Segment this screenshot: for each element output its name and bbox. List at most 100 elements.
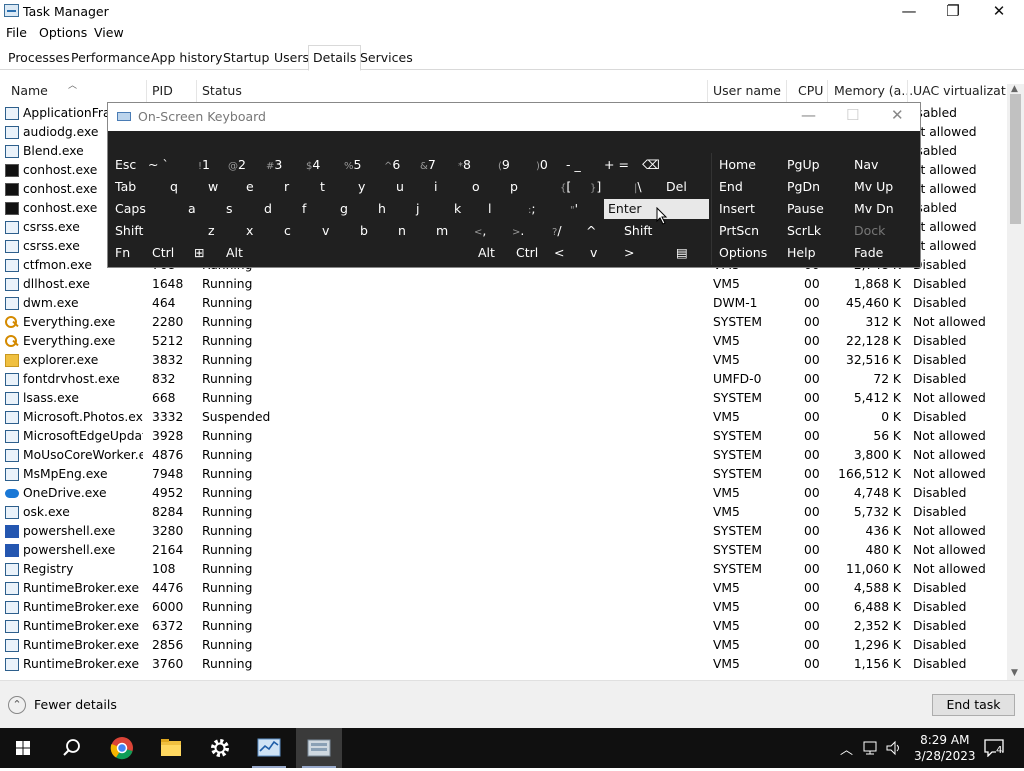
column-divider[interactable]	[786, 80, 787, 102]
menu-view[interactable]: View	[94, 25, 124, 40]
show-hidden-icons-chevron-icon[interactable]: ︿	[840, 739, 853, 758]
osk-key[interactable]: y	[358, 177, 365, 197]
osk-key[interactable]: a	[188, 199, 196, 219]
osk-key[interactable]: Esc	[115, 155, 136, 175]
col-header-pid[interactable]: PID	[152, 83, 173, 103]
table-row[interactable]: dllhost.exe 1648 Running VM5 00 1,868 K Disabl…	[0, 275, 1007, 294]
osk-key[interactable]: Caps	[115, 199, 146, 219]
osk-nav-key[interactable]: Mv Dn	[854, 199, 894, 219]
osk-key[interactable]: b	[360, 221, 368, 241]
osk-nav-key[interactable]: PgUp	[787, 155, 820, 175]
osk-key[interactable]: $4	[306, 155, 320, 175]
close-button[interactable]: ✕	[976, 0, 1022, 24]
osk-key[interactable]: <,	[474, 221, 486, 241]
table-row[interactable]: RuntimeBroker.exe 6372 Running VM5 00 2,352 K…	[0, 617, 1007, 636]
osk-nav-key[interactable]: ScrLk	[787, 221, 821, 241]
fewer-details-link[interactable]: Fewer details	[34, 697, 117, 712]
osk-key[interactable]: c	[284, 221, 291, 241]
column-divider[interactable]	[907, 80, 908, 102]
taskbar-file-explorer[interactable]	[148, 728, 194, 768]
osk-key[interactable]: >	[624, 243, 634, 263]
osk-key[interactable]: ▤	[676, 243, 688, 263]
tab-app-history[interactable]: App history	[147, 47, 226, 70]
osk-key[interactable]: f	[302, 199, 306, 219]
vertical-scrollbar[interactable]: ▲ ▼	[1007, 84, 1024, 680]
title-bar[interactable]: Task Manager — ❐ ✕	[0, 0, 1024, 24]
taskbar-osk[interactable]	[296, 728, 342, 768]
osk-key[interactable]	[260, 243, 460, 263]
minimize-button[interactable]: —	[886, 0, 932, 24]
osk-key[interactable]: + =	[604, 155, 629, 175]
table-row[interactable]: powershell.exe 2164 Running SYSTEM 00 480 K No…	[0, 541, 1007, 560]
tab-details[interactable]: Details	[308, 45, 362, 71]
table-row[interactable]: Registry 108 Running SYSTEM 00 11,060 K Not al…	[0, 560, 1007, 579]
scroll-down-icon[interactable]: ▼	[1011, 668, 1018, 678]
osk-key[interactable]: @2	[228, 155, 246, 175]
table-row[interactable]: Microsoft.Photos.exe 3332 Suspended VM5 00 0 …	[0, 408, 1007, 427]
osk-key[interactable]: k	[454, 199, 461, 219]
osk-key[interactable]: Shift	[624, 221, 652, 241]
osk-key[interactable]: r	[284, 177, 289, 197]
scrollbar-thumb[interactable]	[1010, 94, 1021, 224]
osk-key[interactable]: o	[472, 177, 480, 197]
column-divider[interactable]	[146, 80, 147, 102]
osk-key[interactable]: |\	[634, 177, 642, 197]
clock[interactable]: 8:29 AM 3/28/2023	[914, 732, 976, 764]
osk-key[interactable]: ⌫	[642, 155, 660, 175]
osk-key[interactable]: Fn	[115, 243, 130, 263]
osk-key[interactable]: v	[322, 221, 329, 241]
osk-key[interactable]: &7	[420, 155, 436, 175]
col-header-user[interactable]: User name	[713, 83, 781, 103]
taskbar-settings[interactable]	[197, 728, 243, 768]
osk-key[interactable]: *8	[458, 155, 471, 175]
osk-key[interactable]: ?/	[552, 221, 562, 241]
osk-key[interactable]: ^6	[384, 155, 400, 175]
osk-key[interactable]: v	[590, 243, 597, 263]
osk-key[interactable]: i	[434, 177, 437, 197]
table-row[interactable]: explorer.exe 3832 Running VM5 00 32,516 K Disa…	[0, 351, 1007, 370]
osk-nav-key[interactable]: Nav	[854, 155, 878, 175]
table-row[interactable]: RuntimeBroker.exe 4476 Running VM5 00 4,588 K…	[0, 579, 1007, 598]
osk-key[interactable]: t	[320, 177, 325, 197]
osk-key[interactable]: ~ `	[148, 155, 169, 175]
osk-key[interactable]: z	[208, 221, 215, 241]
table-row[interactable]: powershell.exe 3280 Running SYSTEM 00 436 K No…	[0, 522, 1007, 541]
osk-key[interactable]: >.	[512, 221, 524, 241]
osk-key[interactable]: "'	[570, 199, 578, 219]
col-header-uac[interactable]: UAC virtualizat...	[913, 83, 1018, 103]
osk-minimize-button[interactable]: —	[801, 106, 816, 124]
osk-key[interactable]: ^	[586, 221, 596, 241]
table-row[interactable]: MicrosoftEdgeUpdat... 3928 Running SYSTEM 00…	[0, 427, 1007, 446]
osk-key[interactable]: Alt	[226, 243, 243, 263]
osk-nav-key[interactable]: Options	[719, 243, 767, 263]
start-button[interactable]	[0, 728, 46, 768]
column-divider[interactable]	[196, 80, 197, 102]
menu-file[interactable]: File	[6, 25, 27, 40]
osk-key[interactable]: g	[340, 199, 348, 219]
osk-key[interactable]: Shift	[115, 221, 143, 241]
osk-key[interactable]: Ctrl	[516, 243, 538, 263]
osk-key[interactable]: q	[170, 177, 178, 197]
osk-nav-key[interactable]: Fade	[854, 243, 883, 263]
table-row[interactable]: MoUsoCoreWorker.e... 4876 Running SYSTEM 00 3…	[0, 446, 1007, 465]
end-task-button[interactable]: End task	[932, 694, 1015, 716]
osk-key[interactable]: u	[396, 177, 404, 197]
col-header-memory[interactable]: Memory (a...	[834, 83, 913, 103]
osk-key[interactable]: (9	[498, 155, 510, 175]
taskbar-task-manager[interactable]	[246, 728, 292, 768]
notifications-icon[interactable]	[984, 739, 1006, 757]
osk-key[interactable]: #3	[266, 155, 282, 175]
osk-key[interactable]: w	[208, 177, 218, 197]
osk-key[interactable]: }]	[590, 177, 601, 197]
chevron-up-icon[interactable]: ⌃	[8, 696, 26, 714]
table-row[interactable]: Everything.exe 5212 Running VM5 00 22,128 K Di…	[0, 332, 1007, 351]
col-header-name[interactable]: Name	[11, 83, 48, 103]
col-header-status[interactable]: Status	[202, 83, 242, 103]
osk-title-bar[interactable]: On-Screen Keyboard — ☐ ✕	[108, 103, 920, 131]
table-row[interactable]: OneDrive.exe 4952 Running VM5 00 4,748 K Disab…	[0, 484, 1007, 503]
table-row[interactable]: dwm.exe 464 Running DWM-1 00 45,460 K Disabled	[0, 294, 1007, 313]
table-row[interactable]: osk.exe 8284 Running VM5 00 5,732 K Disabled	[0, 503, 1007, 522]
osk-key[interactable]: d	[264, 199, 272, 219]
osk-key[interactable]: x	[246, 221, 253, 241]
osk-key[interactable]: Alt	[478, 243, 495, 263]
